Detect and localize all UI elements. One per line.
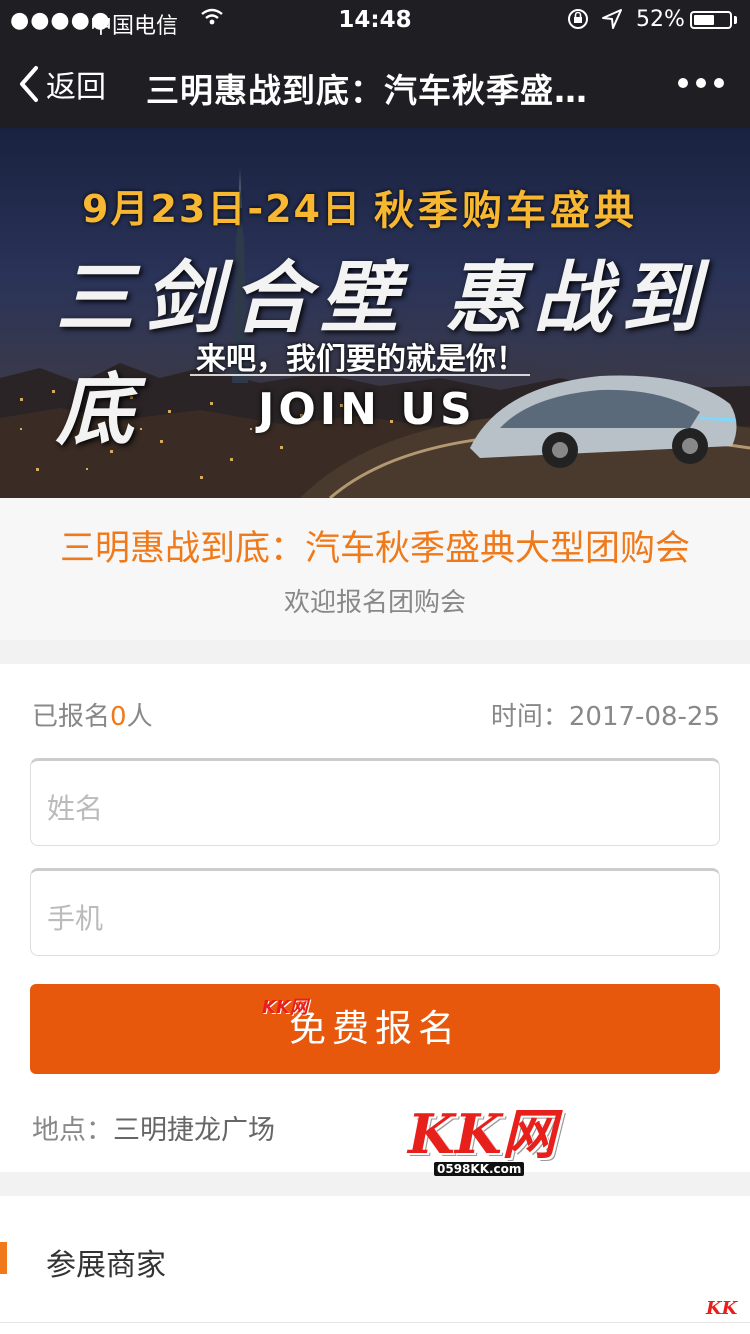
battery-tip (734, 16, 737, 24)
page-title: 三明惠战到底：汽车秋季盛… (146, 71, 588, 110)
banner-cta: JOIN US (258, 384, 476, 435)
location-label: 地点： (32, 1115, 113, 1146)
name-field[interactable]: 姓名 (30, 758, 720, 846)
nav-bar: 返回 三明惠战到底：汽车秋季盛… (0, 40, 750, 128)
watermark-logo-text: KK网 (408, 1102, 556, 1166)
watermark-url: 0598KK.com (434, 1162, 525, 1176)
event-intro: 三明惠战到底：汽车秋季盛典大型团购会 欢迎报名团购会 (0, 498, 750, 640)
event-subtitle: 欢迎报名团购会 (283, 588, 466, 618)
location-value: 三明捷龙广场 (113, 1115, 275, 1146)
free-signup-button[interactable]: KK网 免费报名 (30, 984, 720, 1074)
signup-count: 已报名0人 (32, 696, 153, 733)
banner-date: 9月23日-24日 (82, 187, 362, 231)
phone-placeholder: 手机 (47, 902, 104, 935)
watermark-small-logo: KK网 (262, 997, 308, 1018)
battery-percent: 52% (636, 7, 685, 32)
free-signup-label: 免费报名 (289, 1007, 461, 1050)
battery-icon (690, 11, 732, 29)
exhibitors-heading: 参展商家 (46, 1248, 166, 1283)
banner-subline: 来吧，我们要的就是你！ (196, 342, 526, 377)
event-location: 地点：三明捷龙广场 (32, 1108, 275, 1147)
registration-form: 已报名0人 时间：2017-08-25 姓名 手机 KK网 免费报名 地点：三明… (0, 664, 750, 1172)
event-banner[interactable]: 9月23日-24日 秋季购车盛典 三剑合壁 惠战到底 来吧，我们要的就是你！ J… (0, 128, 750, 498)
signup-count-suffix: 人 (126, 702, 153, 732)
signup-count-number: 0 (110, 702, 127, 732)
signup-count-prefix: 已报名 (32, 702, 111, 732)
event-date: 时间：2017-08-25 (490, 702, 720, 732)
banner-festival: 秋季购车盛典 (374, 188, 638, 234)
location-arrow-icon (600, 6, 624, 38)
back-label: 返回 (46, 70, 106, 105)
watermark-corner-logo: KK (706, 1298, 738, 1319)
exhibitors-section: 参展商家 KK (0, 1196, 750, 1334)
name-placeholder: 姓名 (47, 792, 104, 825)
rotation-lock-icon (566, 6, 590, 38)
section-accent-bar (0, 1242, 7, 1274)
phone-field[interactable]: 手机 (30, 868, 720, 956)
more-options-button[interactable] (676, 68, 726, 98)
chevron-left-icon (20, 66, 38, 102)
section-divider (0, 1322, 750, 1323)
watermark-logo: KK网 0598KK.com (408, 1104, 558, 1182)
event-title: 三明惠战到底：汽车秋季盛典大型团购会 (59, 529, 690, 569)
status-bar: ●●●●● 中国电信 14:48 52% (0, 0, 750, 40)
banner-divider (190, 374, 530, 376)
back-button[interactable]: 返回 (18, 60, 106, 108)
